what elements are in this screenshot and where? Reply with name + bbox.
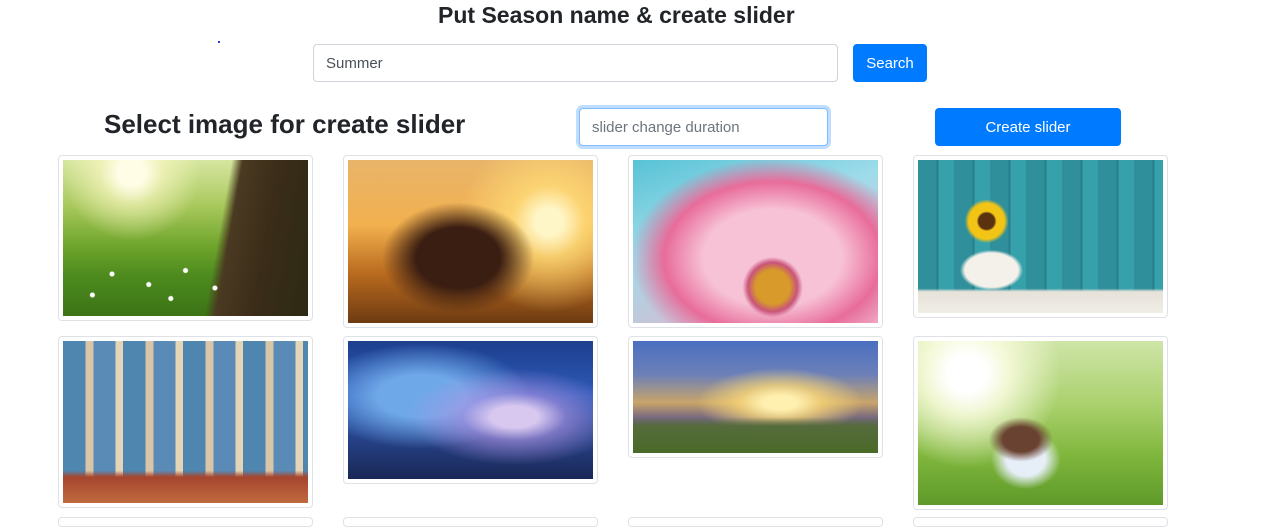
image-card[interactable] [628, 155, 883, 328]
image-card[interactable] [913, 517, 1168, 527]
image-card[interactable] [58, 155, 313, 321]
image-card[interactable] [343, 155, 598, 328]
image-card[interactable] [58, 517, 313, 527]
storm-clouds-lightning-image [348, 341, 593, 479]
sunflower-vase-image [918, 160, 1163, 313]
create-slider-button[interactable]: Create slider [935, 108, 1121, 146]
pink-daisy-image [633, 160, 878, 323]
green-meadow-tree-image [63, 160, 308, 316]
girl-sunset-field-image [348, 160, 593, 323]
image-card[interactable] [58, 336, 313, 508]
image-card[interactable] [628, 517, 883, 527]
select-image-heading: Select image for create slider [104, 109, 466, 139]
image-card[interactable] [343, 517, 598, 527]
sunset-hills-image [633, 341, 878, 453]
image-card[interactable] [343, 336, 598, 484]
stray-dot [218, 41, 220, 43]
image-card[interactable] [628, 336, 883, 458]
slider-duration-input[interactable] [579, 108, 828, 146]
cafe-storefront-image [63, 341, 308, 503]
page-title: Put Season name & create slider [438, 2, 795, 28]
image-card[interactable] [913, 336, 1168, 510]
search-button[interactable]: Search [853, 44, 927, 82]
image-card[interactable] [913, 155, 1168, 318]
season-search-input[interactable] [313, 44, 838, 82]
woman-hat-meadow-image [918, 341, 1163, 505]
